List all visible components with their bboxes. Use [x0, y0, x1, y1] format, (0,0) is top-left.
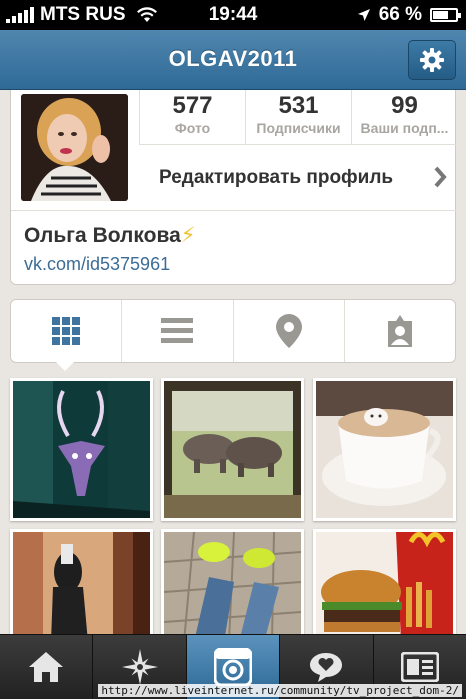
tab-tagged[interactable] — [343, 300, 455, 362]
stat-followers-label: Подписчики — [256, 120, 341, 136]
location-pin-icon — [275, 314, 302, 348]
photo-image — [164, 381, 301, 518]
stat-photos-label: Фото — [174, 120, 211, 136]
divider — [11, 210, 457, 211]
news-icon — [310, 653, 343, 682]
chevron-right-icon — [434, 166, 447, 188]
profile-card: 577 Фото 531 Подписчики 99 Ваши подп... … — [10, 90, 457, 285]
home-icon — [29, 652, 64, 682]
settings-button[interactable] — [408, 40, 456, 80]
stat-photos-count: 577 — [172, 92, 213, 119]
gear-icon — [420, 48, 444, 72]
avatar-image — [21, 94, 128, 201]
status-bar: MTS RUS 19:44 66 % — [0, 0, 466, 30]
explore-icon — [121, 649, 158, 685]
battery-fill — [433, 11, 448, 19]
tab-map[interactable] — [232, 300, 344, 362]
nav-bar: OLGAV2011 — [0, 30, 466, 90]
avatar[interactable] — [21, 94, 128, 201]
stat-following-count: 99 — [391, 92, 418, 119]
photo-image — [316, 532, 453, 642]
grid-icon — [52, 317, 81, 345]
active-tab-indicator — [56, 362, 74, 371]
tagged-photos-icon — [387, 315, 412, 347]
location-arrow-icon — [357, 9, 370, 21]
photo-thumbnail-antelope[interactable] — [10, 378, 153, 521]
battery-icon — [430, 8, 461, 22]
list-icon — [161, 318, 194, 343]
lightning-emoji: ⚡ — [180, 224, 196, 247]
battery-percent: 66 % — [378, 4, 422, 25]
stat-followers[interactable]: 531 Подписчики — [245, 90, 351, 144]
photo-image — [164, 532, 301, 643]
page-title: OLGAV2011 — [168, 46, 298, 71]
photo-thumbnail-rhinos[interactable] — [161, 378, 304, 521]
tab-list[interactable] — [121, 300, 232, 362]
photo-image — [316, 381, 453, 518]
watermark-url: http://www.liveinternet.ru/community/tv_… — [98, 684, 462, 697]
stat-following[interactable]: 99 Ваши подп... — [351, 90, 457, 144]
status-right: 66 % — [357, 4, 461, 26]
camera-icon — [214, 648, 253, 686]
edit-profile-label: Редактировать профиль — [159, 167, 394, 188]
full-name: Ольга Волкова⚡ — [24, 223, 196, 248]
full-name-text: Ольга Волкова — [24, 224, 181, 247]
website-link[interactable]: vk.com/id5375961 — [24, 254, 170, 275]
photo-thumbnail-coffee[interactable] — [313, 378, 456, 521]
stat-following-label: Ваши подп... — [360, 120, 449, 136]
profile-stats: 577 Фото 531 Подписчики 99 Ваши подп... — [139, 90, 457, 145]
profile-card-icon — [400, 652, 439, 682]
edit-profile-button[interactable]: Редактировать профиль — [139, 146, 457, 210]
stat-followers-count: 531 — [278, 92, 319, 119]
tab-grid[interactable] — [11, 300, 121, 362]
photo-image — [13, 532, 150, 642]
stat-photos[interactable]: 577 Фото — [139, 90, 245, 144]
tab-home[interactable] — [0, 635, 92, 699]
view-mode-tabs — [10, 299, 456, 363]
photo-image — [13, 381, 150, 518]
